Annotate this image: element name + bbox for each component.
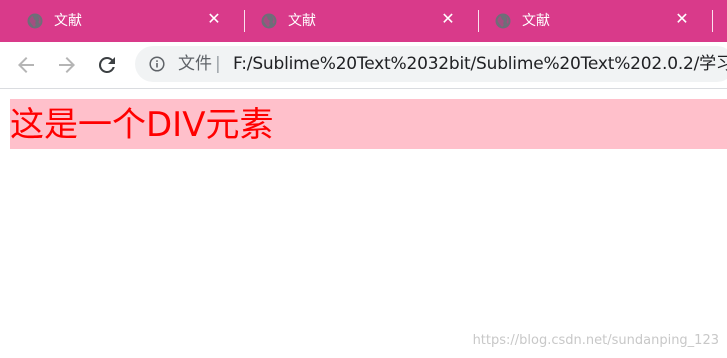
close-icon[interactable]: ✕ [440, 11, 456, 27]
close-icon[interactable]: ✕ [206, 11, 222, 27]
tab-divider [712, 10, 713, 32]
tab-title: 文献 [288, 13, 316, 29]
reload-icon[interactable] [95, 53, 119, 77]
tab-title: 文献 [54, 13, 82, 29]
globe-icon [495, 13, 511, 29]
page-content: 这是一个DIV元素 [0, 89, 727, 358]
pink-div-element: 这是一个DIV元素 [10, 99, 727, 149]
tab-strip: 文献 ✕ 文献 ✕ 文献 ✕ [0, 0, 727, 42]
tab[interactable]: 文献 ✕ [234, 0, 468, 42]
url-text[interactable]: F:/Sublime%20Text%2032bit/Sublime%20Text… [233, 54, 727, 74]
tab[interactable]: 文献 ✕ [0, 0, 234, 42]
globe-icon [27, 13, 43, 29]
tab[interactable]: 文献 ✕ [468, 0, 702, 42]
url-divider: | [215, 54, 221, 74]
forward-arrow-icon[interactable] [55, 53, 79, 77]
watermark: https://blog.csdn.net/sundanping_123 [472, 333, 719, 348]
tab-title: 文献 [522, 13, 550, 29]
back-arrow-icon[interactable] [14, 53, 38, 77]
info-icon[interactable] [149, 56, 165, 72]
browser-toolbar: 文件 | F:/Sublime%20Text%2032bit/Sublime%2… [0, 42, 727, 89]
file-scheme-label: 文件 [178, 54, 212, 74]
div-text: 这是一个DIV元素 [10, 105, 274, 145]
close-icon[interactable]: ✕ [674, 11, 690, 27]
address-bar[interactable]: 文件 | F:/Sublime%20Text%2032bit/Sublime%2… [135, 46, 727, 82]
globe-icon [261, 13, 277, 29]
